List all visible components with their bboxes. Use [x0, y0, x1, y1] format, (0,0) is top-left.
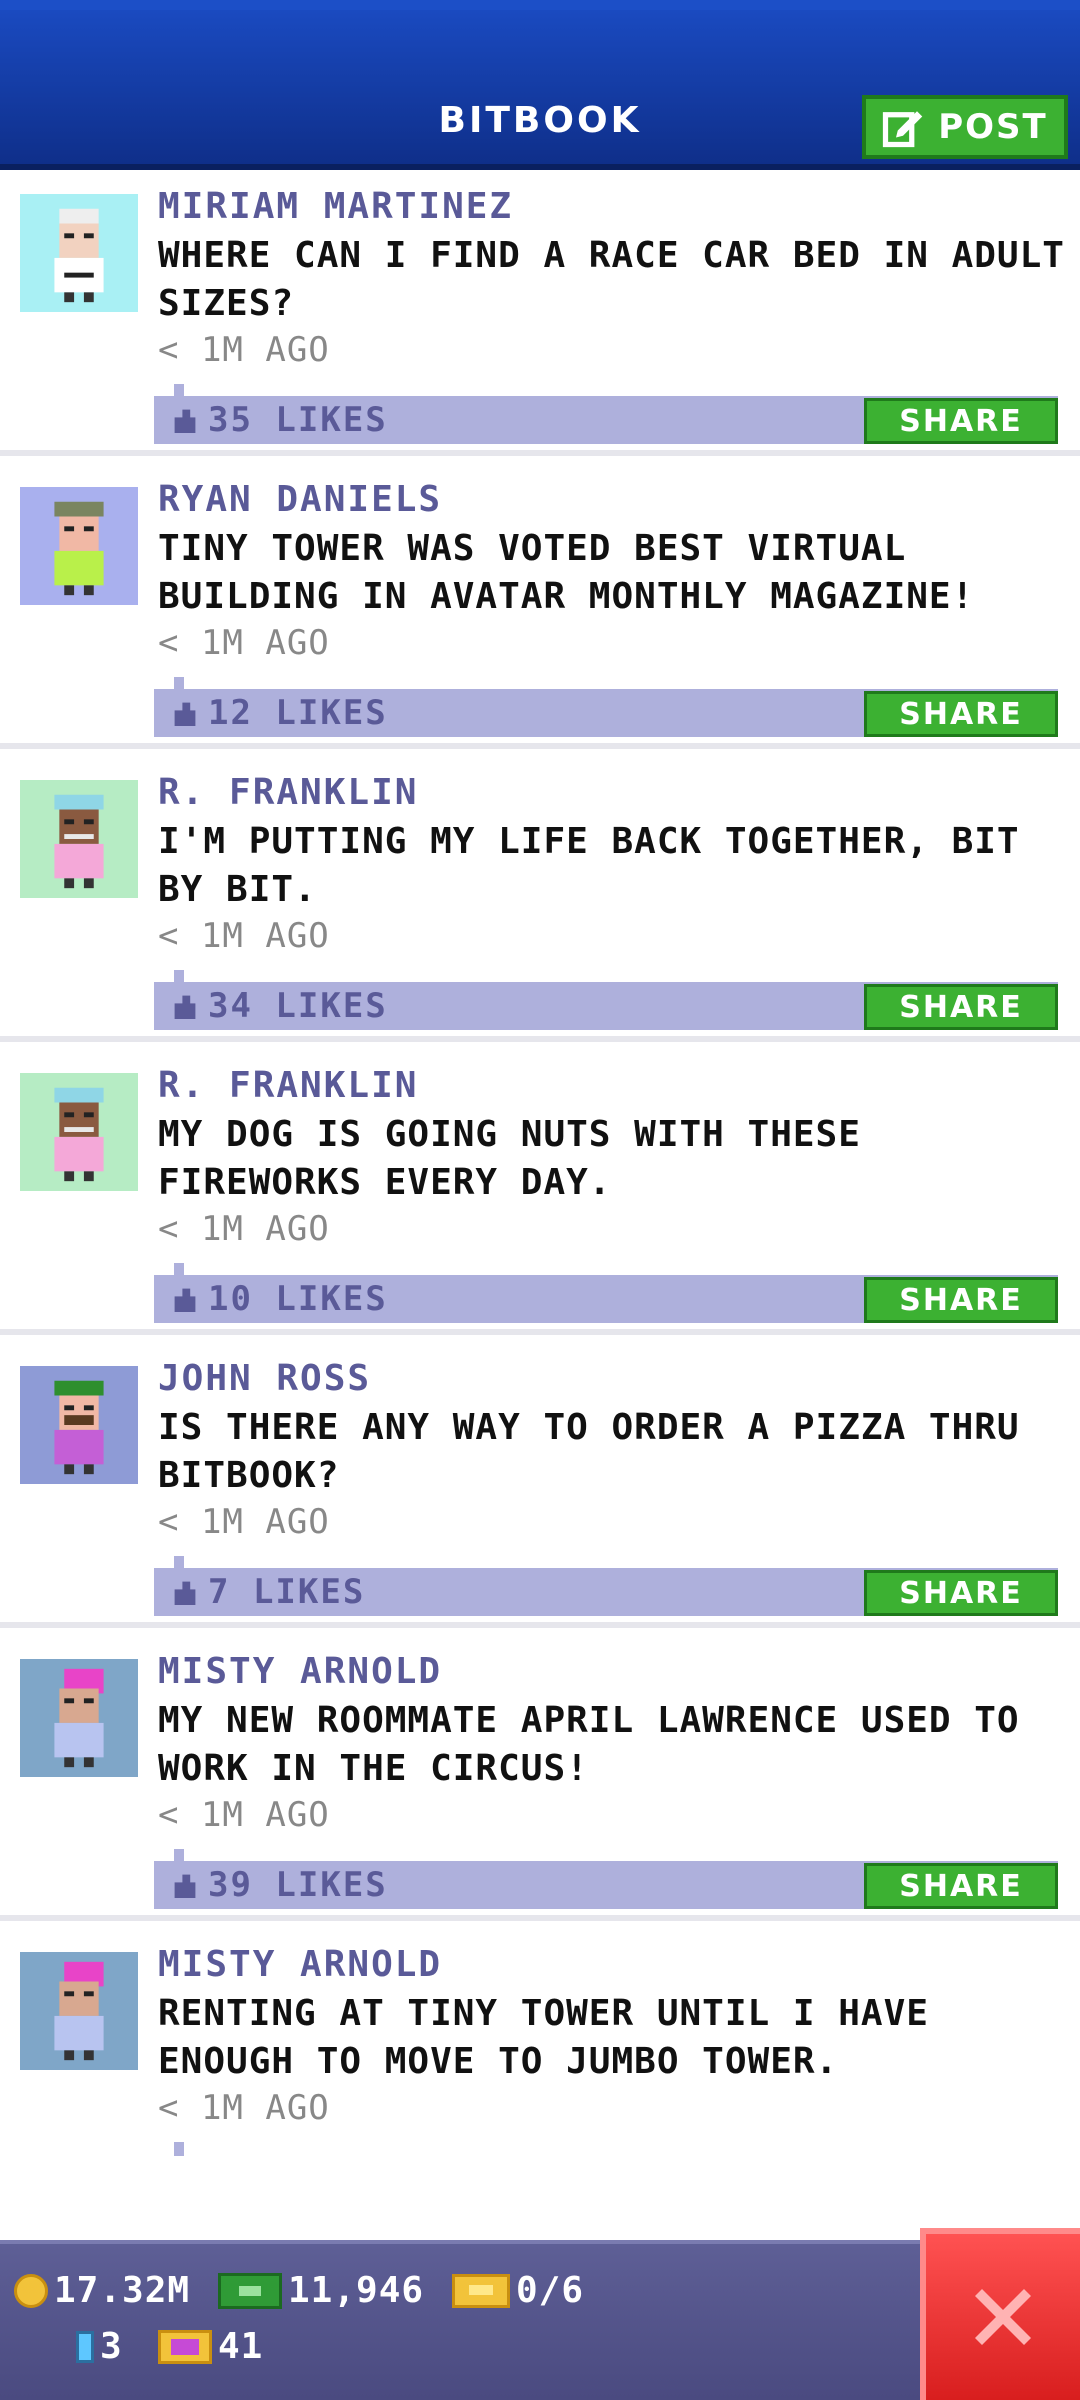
feed-post: MIRIAM MARTINEZ WHERE CAN I FIND A RACE …: [0, 94, 1080, 456]
post-time: < 1M AGO: [158, 916, 330, 956]
post-author[interactable]: MISTY ARNOLD: [158, 1651, 442, 1692]
bitizens-value: 3: [100, 2326, 123, 2367]
bux-value: 41: [218, 2326, 264, 2367]
post-time: < 1M AGO: [158, 1502, 330, 1542]
feed-post: MISTY ARNOLD MY NEW ROOMMATE APRIL LAWRE…: [0, 1559, 1080, 1921]
avatar-miriam-martinez: [20, 194, 138, 312]
post-author[interactable]: RYAN DANIELS: [158, 479, 442, 520]
bitizen-icon: [76, 2330, 94, 2363]
close-button[interactable]: [920, 2228, 1080, 2400]
avatar-john-ross: [20, 1366, 138, 1484]
post-time: < 1M AGO: [158, 623, 330, 663]
post-author[interactable]: R. FRANKLIN: [158, 772, 418, 813]
post-author[interactable]: MIRIAM MARTINEZ: [158, 186, 513, 227]
tickets-stat: 0/6: [452, 2270, 584, 2311]
post-text: IS THERE ANY WAY TO ORDER A PIZZA THRU B…: [158, 1407, 1020, 1496]
cash-icon: [218, 2272, 282, 2309]
coins-stat: 17.32M: [14, 2270, 190, 2311]
close-icon: [975, 2289, 1031, 2345]
post-author[interactable]: JOHN ROSS: [158, 1358, 371, 1399]
bitizens-stat: 3: [76, 2326, 123, 2367]
avatar[interactable]: [20, 194, 138, 312]
post-time: < 1M AGO: [158, 1795, 330, 1835]
post-time: < 1M AGO: [158, 2088, 330, 2128]
tickets-value: 0/6: [516, 2270, 585, 2311]
post-text: TINY TOWER WAS VOTED BEST VIRTUAL BUILDI…: [158, 528, 975, 617]
status-bar: 17.32M 11,946 0/6 3 41: [0, 2240, 1080, 2400]
avatar-misty-arnold: [20, 1659, 138, 1777]
avatar[interactable]: [20, 1659, 138, 1777]
avatar-r-franklin: [20, 780, 138, 898]
post-time: < 1M AGO: [158, 330, 330, 370]
avatar[interactable]: [20, 487, 138, 605]
avatar-ryan-daniels: [20, 487, 138, 605]
post-author[interactable]: R. FRANKLIN: [158, 1065, 418, 1106]
post-time: < 1M AGO: [158, 1209, 330, 1249]
post-text: MY DOG IS GOING NUTS WITH THESE FIREWORK…: [158, 1114, 861, 1203]
post-text: I'M PUTTING MY LIFE BACK TOGETHER, BIT B…: [158, 821, 1020, 910]
feed-post: R. FRANKLIN I'M PUTTING MY LIFE BACK TOG…: [0, 680, 1080, 1042]
ticket-icon: [452, 2273, 510, 2308]
feed-post: JOHN ROSS IS THERE ANY WAY TO ORDER A PI…: [0, 1266, 1080, 1628]
post-author[interactable]: MISTY ARNOLD: [158, 1944, 442, 1985]
feed-post: RYAN DANIELS TINY TOWER WAS VOTED BEST V…: [0, 387, 1080, 749]
avatar-misty-arnold: [20, 1952, 138, 2070]
coins-value: 17.32M: [54, 2270, 191, 2311]
coin-icon: [14, 2273, 48, 2308]
feed-post: R. FRANKLIN MY DOG IS GOING NUTS WITH TH…: [0, 973, 1080, 1335]
avatar[interactable]: [20, 1073, 138, 1191]
post-text: MY NEW ROOMMATE APRIL LAWRENCE USED TO W…: [158, 1700, 1020, 1789]
avatar[interactable]: [20, 1952, 138, 2070]
cash-stat: 11,946: [218, 2270, 424, 2311]
post-text: RENTING AT TINY TOWER UNTIL I HAVE ENOUG…: [158, 1993, 929, 2082]
bux-stat: 41: [158, 2326, 263, 2367]
cash-value: 11,946: [288, 2270, 425, 2311]
avatar-r-franklin: [20, 1073, 138, 1191]
avatar[interactable]: [20, 780, 138, 898]
tower-bux-icon: [158, 2329, 212, 2364]
avatar[interactable]: [20, 1366, 138, 1484]
feed-post: MISTY ARNOLD RENTING AT TINY TOWER UNTIL…: [0, 1852, 1080, 2156]
likes-bar-pin: [174, 2142, 184, 2156]
post-text: WHERE CAN I FIND A RACE CAR BED IN ADULT…: [158, 235, 1065, 324]
